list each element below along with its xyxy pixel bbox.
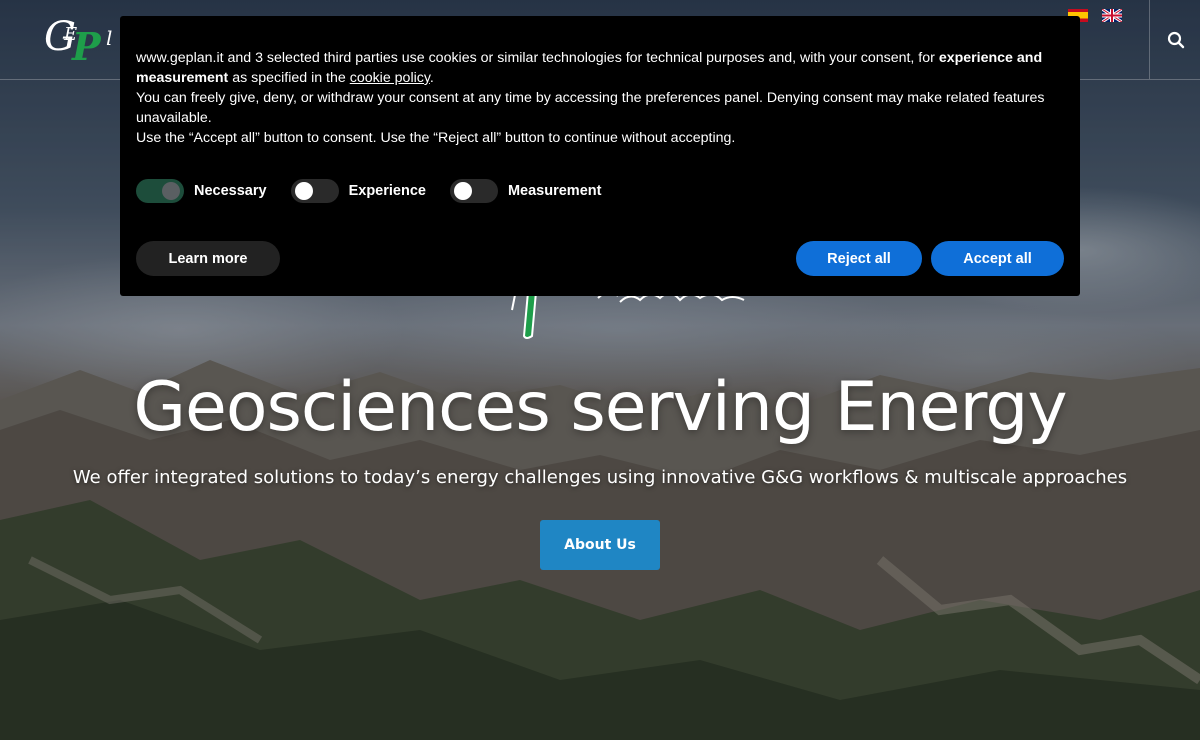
necessary-switch[interactable] [136, 179, 184, 203]
switch-knob [453, 182, 472, 200]
experience-switch[interactable] [290, 179, 339, 203]
cookie-description: www.geplan.it and 3 selected third parti… [136, 48, 1064, 148]
search-icon [1167, 31, 1184, 48]
measurement-switch[interactable] [449, 179, 498, 203]
search-button[interactable] [1149, 0, 1200, 79]
measurement-label: Measurement [507, 183, 602, 199]
cookie-banner: www.geplan.it and 3 selected third parti… [120, 16, 1080, 296]
hero-subtitle: We offer integrated solutions to today’s… [72, 467, 1128, 488]
cookie-policy-link[interactable]: cookie policy [350, 70, 430, 86]
learn-more-button[interactable]: Learn more [136, 241, 280, 276]
cookie-text-instructions: Use the “Accept all” button to consent. … [136, 130, 736, 146]
cookie-toggles: Necessary Experience Measurement [136, 179, 625, 203]
toggle-necessary: Necessary [136, 179, 267, 203]
experience-label: Experience [348, 183, 426, 199]
cookie-text-mid: as specified in the [228, 70, 350, 86]
svg-text:l: l [106, 26, 112, 50]
necessary-label: Necessary [194, 183, 267, 199]
accept-all-button[interactable]: Accept all [931, 241, 1064, 276]
reject-all-button[interactable]: Reject all [796, 241, 922, 276]
cookie-text-consent: You can freely give, deny, or withdraw y… [136, 90, 1045, 126]
svg-text:P: P [71, 24, 102, 69]
switch-knob [162, 182, 180, 200]
hero-title: Geosciences serving Energy [133, 368, 1067, 447]
switch-knob [294, 182, 313, 200]
toggle-measurement: Measurement [449, 179, 602, 203]
cookie-text-end: . [429, 70, 434, 86]
toggle-experience: Experience [290, 179, 426, 203]
about-us-button[interactable]: About Us [540, 520, 660, 570]
uk-flag-icon[interactable] [1102, 9, 1122, 22]
cookie-text-intro: www.geplan.it and 3 selected third parti… [136, 50, 939, 66]
